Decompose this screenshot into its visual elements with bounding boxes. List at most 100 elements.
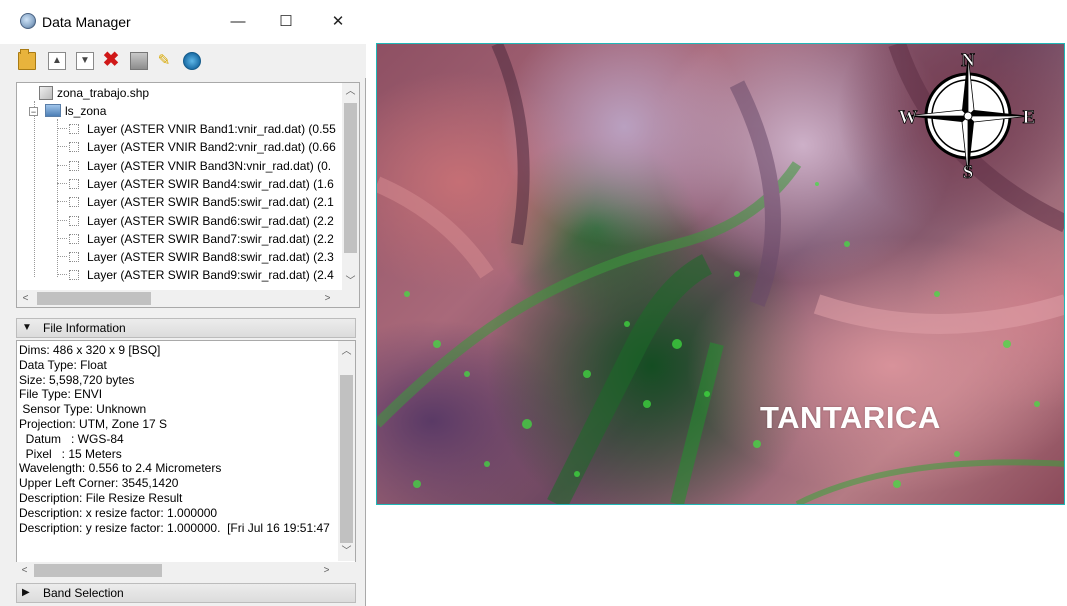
layer-checkbox[interactable] xyxy=(69,252,79,263)
band-selection-header[interactable]: ▶ Band Selection xyxy=(16,583,356,603)
info-line: Data Type: Float xyxy=(19,357,107,372)
file-information-label: File Information xyxy=(43,321,126,335)
compass-w-label: W xyxy=(899,107,918,128)
tree-connector xyxy=(57,256,67,258)
layer-checkbox[interactable] xyxy=(69,142,79,153)
scroll-left-arrow-icon[interactable]: < xyxy=(16,562,33,579)
tree-connector xyxy=(57,146,67,148)
tree-item-raster[interactable]: ls_zona xyxy=(45,102,106,120)
layer-checkbox[interactable] xyxy=(69,178,79,189)
tree-connector xyxy=(34,101,35,277)
tree-connector xyxy=(57,237,67,239)
info-line: File Type: ENVI xyxy=(19,387,103,402)
scroll-left-arrow-icon[interactable]: < xyxy=(17,290,34,307)
tree-horizontal-scrollbar[interactable]: < > xyxy=(17,290,359,307)
layer-label: Layer (ASTER SWIR Band4:swir_rad.dat) (1… xyxy=(87,176,334,191)
compass-rose-icon: N S E W xyxy=(898,50,1036,184)
collapse-toggle-icon[interactable]: − xyxy=(29,107,38,117)
info-hscroll-thumb[interactable] xyxy=(34,564,162,577)
info-line: Sensor Type: Unknown xyxy=(19,402,147,417)
save-icon[interactable] xyxy=(130,52,148,70)
scroll-up-arrow-icon[interactable]: ︿ xyxy=(338,343,355,360)
scroll-right-arrow-icon[interactable]: > xyxy=(319,290,336,307)
info-line: Projection: UTM, Zone 17 S xyxy=(19,417,168,431)
close-file-icon[interactable]: ✖ xyxy=(102,50,120,70)
window-title: Data Manager xyxy=(42,14,131,30)
compass-e-label: E xyxy=(1023,107,1036,128)
pin-icon[interactable]: ✎ xyxy=(155,52,173,70)
scroll-down-arrow-icon[interactable]: ﹀ xyxy=(342,273,359,290)
info-line: Description: File Resize Result xyxy=(19,491,183,505)
tree-item-layer[interactable]: Layer (ASTER VNIR Band2:vnir_rad.dat) (0… xyxy=(57,138,336,156)
info-vscroll-thumb[interactable] xyxy=(340,375,353,543)
link-display-icon[interactable] xyxy=(183,52,201,70)
scroll-down-arrow-icon[interactable]: ﹀ xyxy=(338,543,355,560)
layer-label: Layer (ASTER SWIR Band5:swir_rad.dat) (2… xyxy=(87,195,334,210)
info-line: Pixel : 15 Meters xyxy=(19,446,122,461)
close-window-button[interactable]: ✕ xyxy=(318,8,358,36)
tree-item-layer[interactable]: Layer (ASTER SWIR Band8:swir_rad.dat) (2… xyxy=(57,248,334,266)
compass-s-label: S xyxy=(963,162,974,183)
tree-item-layer[interactable]: Layer (ASTER SWIR Band5:swir_rad.dat) (2… xyxy=(57,193,334,211)
info-vertical-scrollbar[interactable]: ︿ ﹀ xyxy=(338,341,355,561)
info-line: Description: y resize factor: 1.000000. … xyxy=(19,520,330,535)
minimize-button[interactable]: — xyxy=(218,8,258,36)
tree-connector xyxy=(57,164,67,166)
layer-label: Layer (ASTER VNIR Band2:vnir_rad.dat) (0… xyxy=(87,140,336,155)
tree-item-layer[interactable]: Layer (ASTER SWIR Band4:swir_rad.dat) (1… xyxy=(57,175,334,193)
file-tree: zona_trabajo.shp − ls_zona Layer (ASTER … xyxy=(16,82,360,308)
place-label: TANTARICA xyxy=(760,400,941,435)
vector-file-icon xyxy=(39,86,53,100)
layer-checkbox[interactable] xyxy=(69,197,79,208)
expand-triangle-icon: ▶ xyxy=(22,587,30,598)
layer-checkbox[interactable] xyxy=(69,124,79,134)
info-line: Wavelength: 0.556 to 2.4 Micrometers xyxy=(19,461,222,476)
maximize-button[interactable]: ☐ xyxy=(266,8,306,36)
layer-checkbox[interactable] xyxy=(69,215,79,226)
satellite-image-view[interactable]: TANTARICA N S E W xyxy=(376,43,1065,505)
file-information-pane: Dims: 486 x 320 x 9 [BSQ] Data Type: Floa… xyxy=(16,340,356,578)
toolbar: ▲ ▼ ✖ ✎ xyxy=(0,44,366,78)
tree-connector xyxy=(57,274,67,276)
tree-item-vector[interactable]: zona_trabajo.shp xyxy=(39,84,149,102)
scroll-right-arrow-icon[interactable]: > xyxy=(318,562,335,579)
layer-label: Layer (ASTER SWIR Band6:swir_rad.dat) (2… xyxy=(87,213,334,228)
layer-checkbox[interactable] xyxy=(69,270,79,281)
layer-label: Layer (ASTER SWIR Band9:swir_rad.dat) (2… xyxy=(87,268,334,283)
raster-file-icon xyxy=(45,104,61,117)
layer-label: Layer (ASTER VNIR Band3N:vnir_rad.dat) (… xyxy=(87,158,332,173)
tree-item-layer[interactable]: Layer (ASTER SWIR Band7:swir_rad.dat) (2… xyxy=(57,230,334,248)
layer-label: Layer (ASTER VNIR Band1:vnir_rad.dat) (0… xyxy=(87,122,336,136)
open-folder-icon[interactable] xyxy=(18,49,36,70)
tree-connector xyxy=(57,201,67,203)
vector-file-label: zona_trabajo.shp xyxy=(57,86,150,100)
info-line: Upper Left Corner: 3545,1420 xyxy=(19,476,179,491)
tree-item-layer[interactable]: Layer (ASTER SWIR Band9:swir_rad.dat) (2… xyxy=(57,266,334,284)
move-down-icon[interactable]: ▼ xyxy=(76,52,94,70)
tree-connector xyxy=(57,182,67,184)
layer-label: Layer (ASTER SWIR Band7:swir_rad.dat) (2… xyxy=(87,231,334,246)
tree-vscroll-thumb[interactable] xyxy=(344,103,357,253)
layer-checkbox[interactable] xyxy=(69,160,79,171)
tree-connector xyxy=(57,128,67,129)
tree-item-layer[interactable]: Layer (ASTER VNIR Band3N:vnir_rad.dat) (… xyxy=(57,157,331,175)
compass-n-label: N xyxy=(961,50,975,71)
info-line: Datum : WGS-84 xyxy=(19,431,124,446)
info-horizontal-scrollbar[interactable]: < > xyxy=(16,562,356,579)
data-manager-window: Data Manager — ☐ ✕ ▲ ▼ ✖ ✎ zona_trabajo.… xyxy=(0,0,366,606)
info-line: Dims: 486 x 320 x 9 [BSQ] xyxy=(19,343,161,357)
title-bar[interactable]: Data Manager — ☐ ✕ xyxy=(0,0,366,44)
tree-item-layer[interactable]: Layer (ASTER SWIR Band6:swir_rad.dat) (2… xyxy=(57,212,334,230)
data-manager-app-icon xyxy=(20,13,36,29)
tree-item-layer[interactable]: Layer (ASTER VNIR Band1:vnir_rad.dat) (0… xyxy=(57,120,336,138)
tree-vertical-scrollbar[interactable]: ︿ ﹀ xyxy=(342,83,359,291)
tree-hscroll-thumb[interactable] xyxy=(37,292,151,305)
layer-label: Layer (ASTER SWIR Band8:swir_rad.dat) (2… xyxy=(87,250,334,265)
layer-checkbox[interactable] xyxy=(69,233,79,244)
move-up-icon[interactable]: ▲ xyxy=(48,52,66,70)
info-line: Description: x resize factor: 1.000000 xyxy=(19,505,218,520)
file-information-header[interactable]: ▼ File Information xyxy=(16,318,356,338)
info-line: Size: 5,598,720 bytes xyxy=(19,372,135,387)
scroll-up-arrow-icon[interactable]: ︿ xyxy=(342,83,359,100)
collapse-triangle-icon: ▼ xyxy=(22,322,32,333)
